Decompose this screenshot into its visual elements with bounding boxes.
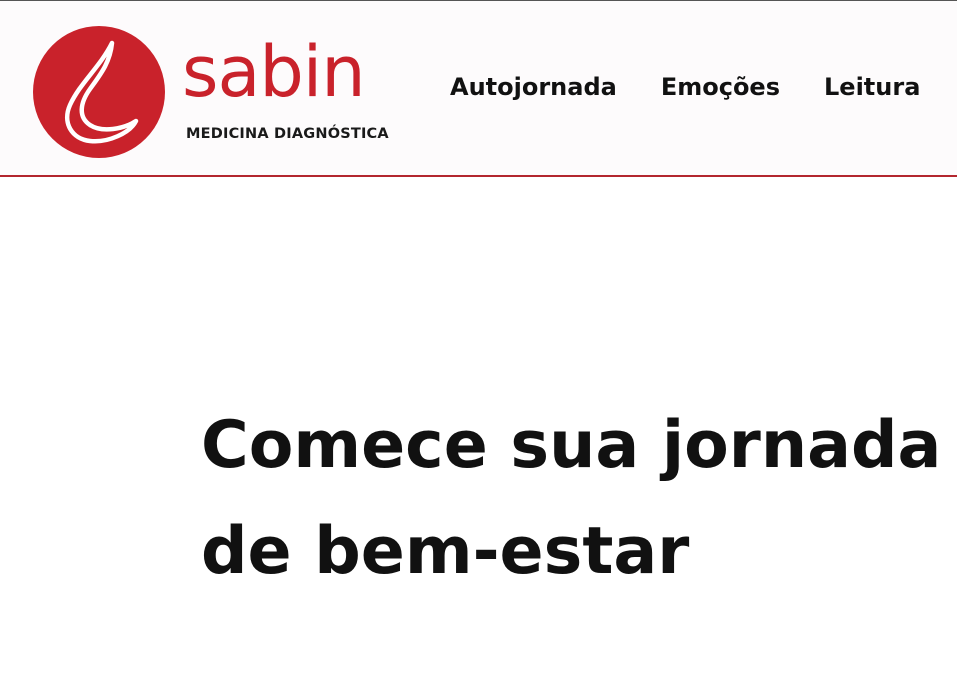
nav-link-leitura[interactable]: Leitura (824, 73, 920, 101)
main-nav: Autojornada Emoções Leitura (450, 73, 920, 101)
blood-drop-icon (33, 26, 165, 158)
site-header: sabin MEDICINA DIAGNÓSTICA Autojornada E… (0, 1, 957, 177)
hero-title: Comece sua jornada de bem-estar (201, 393, 941, 605)
sabin-logo[interactable]: sabin MEDICINA DIAGNÓSTICA (32, 25, 402, 159)
logo-tagline: MEDICINA DIAGNÓSTICA (186, 126, 389, 142)
nav-link-autojornada[interactable]: Autojornada (450, 73, 617, 101)
hero-title-line-1: Comece sua jornada (201, 408, 942, 483)
hero-title-line-2: de bem-estar (201, 514, 690, 589)
logo-wordmark: sabin (182, 31, 366, 113)
nav-link-emocoes[interactable]: Emoções (661, 73, 780, 101)
